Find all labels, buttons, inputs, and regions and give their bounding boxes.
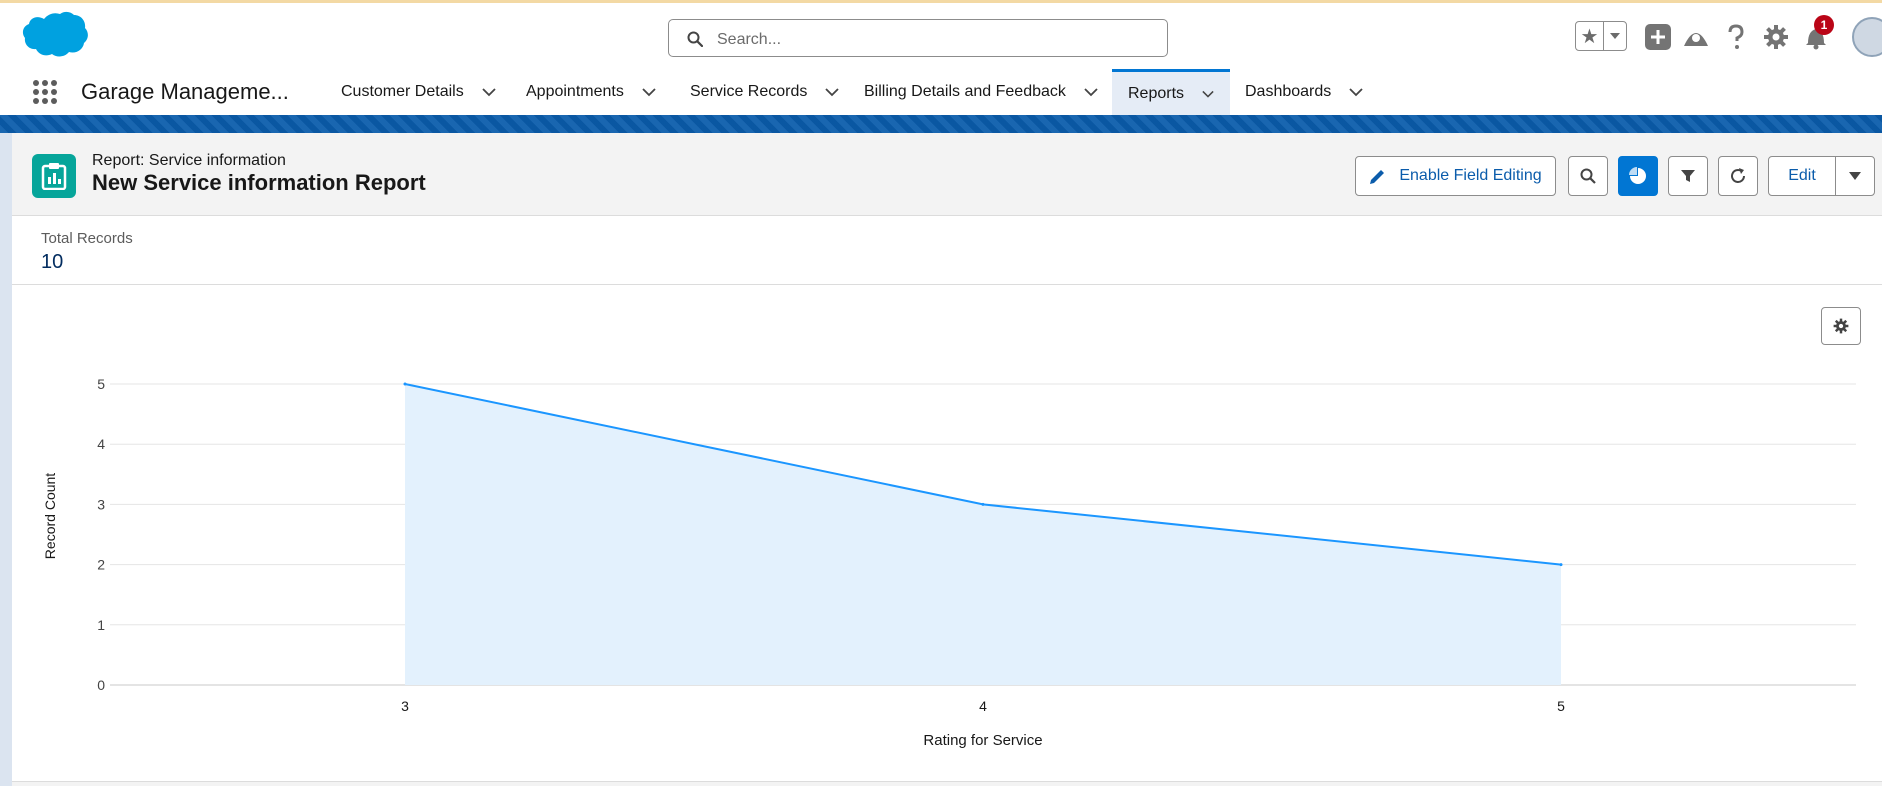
chart-area-layer xyxy=(403,382,1563,685)
app-navigation: Garage Manageme... Customer Details Appo… xyxy=(0,69,1882,115)
data-point xyxy=(1559,563,1563,567)
global-actions-button[interactable] xyxy=(1644,23,1672,51)
total-records-label: Total Records xyxy=(41,230,133,247)
chevron-down-icon[interactable] xyxy=(825,87,840,97)
trailhead-button[interactable] xyxy=(1682,23,1710,51)
help-icon xyxy=(1728,24,1744,49)
x-tick-label: 4 xyxy=(979,698,987,714)
gear-icon xyxy=(1764,25,1788,49)
search-icon xyxy=(1580,168,1596,184)
pencil-icon xyxy=(1370,170,1385,184)
chevron-down-icon[interactable] xyxy=(1084,87,1098,97)
search-report-button[interactable] xyxy=(1568,156,1608,196)
chevron-down-icon[interactable] xyxy=(1349,87,1363,97)
tab-dashboards[interactable]: Dashboards xyxy=(1229,69,1379,115)
help-button[interactable] xyxy=(1722,23,1750,51)
data-point xyxy=(981,502,985,506)
report-icon xyxy=(32,154,76,198)
edit-button[interactable]: Edit xyxy=(1768,156,1836,196)
enable-field-editing-button[interactable]: Enable Field Editing xyxy=(1355,156,1556,196)
clipboard-chart-icon xyxy=(41,163,67,190)
search-icon xyxy=(687,31,703,47)
add-icon xyxy=(1645,24,1671,50)
chart-toggle-button[interactable] xyxy=(1618,156,1658,196)
favorites-group: ★ xyxy=(1575,21,1627,51)
report-type-label: Report: Service information xyxy=(92,152,286,169)
app-launcher-icon[interactable] xyxy=(32,79,58,105)
y-tick-label: 3 xyxy=(97,496,105,512)
y-axis-ticks: 0 1 2 3 4 5 xyxy=(97,376,105,693)
x-axis-ticks: 3 4 5 xyxy=(401,698,1565,714)
setup-button[interactable] xyxy=(1762,23,1790,51)
series-area xyxy=(405,384,1561,685)
x-tick-label: 3 xyxy=(401,698,409,714)
star-icon[interactable]: ★ xyxy=(1576,22,1604,50)
caret-down-icon xyxy=(1610,33,1620,39)
chevron-down-icon[interactable] xyxy=(482,87,496,97)
salesforce-logo[interactable] xyxy=(14,11,88,63)
y-tick-label: 0 xyxy=(97,677,105,693)
data-point xyxy=(403,382,407,386)
tab-label: Billing Details and Feedback xyxy=(864,83,1066,100)
tab-label: Appointments xyxy=(526,83,624,100)
search-placeholder: Search... xyxy=(717,31,782,48)
refresh-icon xyxy=(1731,168,1745,183)
tab-billing-details-and-feedback[interactable]: Billing Details and Feedback xyxy=(848,69,1114,115)
tab-customer-details[interactable]: Customer Details xyxy=(325,69,512,115)
chevron-down-icon[interactable] xyxy=(642,87,656,97)
total-records-value: 10 xyxy=(41,251,64,273)
table-divider xyxy=(12,781,1882,786)
report-header: Report: Service information New Service … xyxy=(12,133,1882,216)
y-axis-label: Record Count xyxy=(42,473,58,559)
filter-icon xyxy=(1681,170,1695,182)
x-axis-label: Rating for Service xyxy=(923,732,1042,749)
chevron-down-icon[interactable] xyxy=(1202,89,1214,99)
x-tick-label: 5 xyxy=(1557,698,1565,714)
refresh-button[interactable] xyxy=(1718,156,1758,196)
tab-service-records[interactable]: Service Records xyxy=(674,69,855,115)
page-title: New Service information Report xyxy=(92,170,426,195)
more-actions-button[interactable] xyxy=(1835,156,1875,196)
y-tick-label: 1 xyxy=(97,617,105,633)
y-tick-label: 2 xyxy=(97,557,105,573)
y-tick-label: 5 xyxy=(97,376,105,392)
report-summary: Total Records 10 xyxy=(12,216,1882,285)
global-header: Search... ★ 1 xyxy=(0,0,1882,69)
trailhead-icon xyxy=(1684,33,1708,46)
tab-label: Service Records xyxy=(690,83,808,100)
pie-chart-icon xyxy=(1629,167,1646,184)
filter-button[interactable] xyxy=(1668,156,1708,196)
branding-band xyxy=(0,115,1882,133)
area-chart: 0 1 2 3 4 5 3 4 5 Record Count Rating for Servi… xyxy=(42,376,1856,749)
tab-appointments[interactable]: Appointments xyxy=(510,69,672,115)
edit-label: Edit xyxy=(1788,167,1816,184)
app-name: Garage Manageme... xyxy=(81,79,289,104)
tab-label: Customer Details xyxy=(341,83,464,100)
favorites-dropdown[interactable] xyxy=(1604,22,1626,50)
user-avatar[interactable] xyxy=(1852,17,1882,57)
y-tick-label: 4 xyxy=(97,436,105,452)
global-search[interactable]: Search... xyxy=(668,19,1168,57)
notification-badge: 1 xyxy=(1814,15,1834,35)
enable-field-editing-label: Enable Field Editing xyxy=(1399,167,1542,184)
caret-down-icon xyxy=(1849,172,1861,180)
tab-reports[interactable]: Reports xyxy=(1112,69,1230,115)
tab-label: Reports xyxy=(1128,84,1185,102)
tab-label: Dashboards xyxy=(1245,83,1332,100)
